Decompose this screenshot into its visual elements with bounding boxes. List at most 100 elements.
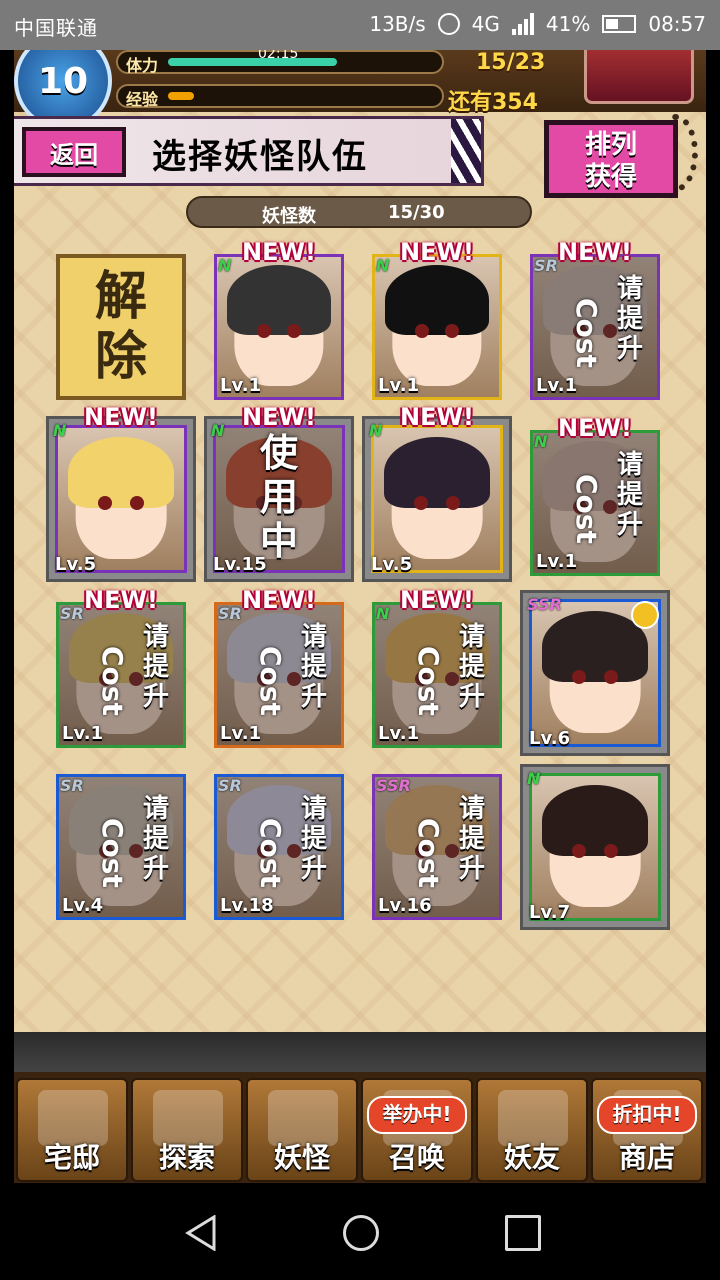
monster-level: Lv.1: [378, 375, 420, 396]
monster-hair: [68, 436, 174, 508]
clock: 08:57: [648, 12, 706, 36]
back-triangle-icon[interactable]: [184, 1215, 220, 1251]
release-label-2: 除: [94, 327, 147, 387]
exp-remaining: 还有354: [448, 90, 538, 115]
new-tag: NEW!: [400, 586, 474, 614]
monster-card[interactable]: SR 请提升 Cost Lv.4: [56, 774, 186, 920]
new-tag: NEW!: [400, 403, 474, 431]
nav-label: 妖友: [503, 1141, 560, 1174]
game-screen: 10 体力 02:15 15/23 经验 还有354 返回 选择妖怪队伍 排列 …: [14, 50, 706, 1183]
recent-apps-icon[interactable]: [505, 1215, 541, 1251]
monster-level: Lv.18: [220, 895, 274, 916]
monster-hair: [384, 265, 490, 336]
rarity-badge: SSR: [527, 595, 562, 614]
cost-word: Cost: [412, 646, 445, 716]
monster-hair: [226, 265, 332, 336]
monster-card[interactable]: SR NEW! 请提升 Cost Lv.1: [56, 586, 186, 748]
sort-button[interactable]: 排列 获得: [544, 120, 678, 198]
nav-mansion-button[interactable]: 宅邸: [16, 1078, 128, 1182]
page-title: 选择妖怪队伍: [152, 137, 368, 177]
signal-icon: [511, 13, 534, 35]
battery-percent: 41%: [545, 12, 591, 36]
nav-label: 宅邸: [43, 1141, 100, 1174]
monster-portrait: [55, 425, 187, 573]
rarity-badge: SR: [60, 776, 84, 795]
rarity-badge: N: [211, 421, 225, 440]
monster-level: Lv.4: [62, 895, 104, 916]
monster-card[interactable]: N NEW! 请提升 Cost Lv.1: [530, 414, 660, 576]
nav-explore-button[interactable]: 探索: [131, 1078, 243, 1182]
monster-eye: [414, 324, 429, 339]
treasure-chest-icon[interactable]: [584, 50, 694, 104]
monster-card[interactable]: SR NEW! 请提升 Cost Lv.1: [530, 238, 660, 400]
stamina-bar: [168, 58, 337, 66]
monster-level: Lv.1: [536, 375, 578, 396]
monster-card[interactable]: N Lv.7: [520, 764, 670, 930]
home-circle-icon[interactable]: [343, 1215, 379, 1251]
back-button[interactable]: 返回: [22, 127, 126, 177]
new-tag: NEW!: [242, 586, 316, 614]
in-use-label: 使用中: [259, 431, 298, 563]
rarity-badge: N: [534, 432, 548, 451]
page-header: 返回 选择妖怪队伍: [14, 116, 484, 186]
monster-card[interactable]: N NEW! Lv.5: [46, 403, 196, 582]
monster-card[interactable]: N NEW! Lv.5: [362, 403, 512, 582]
release-button[interactable]: 解 除: [56, 254, 186, 400]
monster-level: Lv.1: [62, 723, 104, 744]
monster-card[interactable]: SR 请提升 Cost Lv.18: [214, 774, 344, 920]
monster-level: Lv.5: [55, 554, 97, 575]
nav-friends-button[interactable]: 妖友: [476, 1078, 588, 1182]
bottom-divider: [14, 1032, 706, 1072]
monster-eye: [445, 496, 460, 511]
monster-level: Lv.7: [529, 902, 571, 923]
rarity-badge: N: [218, 256, 232, 275]
monster-card[interactable]: SSR Lv.6: [520, 590, 670, 756]
nav-label: 妖怪: [273, 1141, 330, 1174]
monster-card[interactable]: N NEW! 使用中 Lv.15: [204, 403, 354, 582]
stamina-timer: 02:15: [258, 50, 299, 62]
monster-count-label: 妖怪数: [262, 206, 316, 227]
rarity-badge: SR: [534, 256, 558, 275]
rarity-badge: N: [527, 769, 541, 788]
nav-label: 商店: [618, 1141, 675, 1174]
bottom-nav: 宅邸 探索 妖怪 举办中! 召唤 妖友 折扣中! 商店: [14, 1072, 706, 1183]
event-badge: 折扣中!: [597, 1096, 697, 1134]
monster-eye: [603, 670, 618, 685]
monster-card[interactable]: N NEW! Lv.1: [372, 238, 502, 400]
rarity-badge: N: [53, 421, 67, 440]
monster-count-value: 15/30: [388, 202, 445, 223]
cost-warning: 请提升: [458, 622, 485, 712]
monster-portrait: [529, 773, 661, 921]
monster-level: Lv.5: [371, 554, 413, 575]
cost-word: Cost: [412, 818, 445, 888]
cost-word: Cost: [254, 818, 287, 888]
rarity-badge: N: [376, 256, 390, 275]
cost-word: Cost: [570, 298, 603, 368]
status-bar: 中国联通 13B/s 4G 41% 08:57: [0, 0, 720, 50]
nav-monster-button[interactable]: 妖怪: [246, 1078, 358, 1182]
monster-level: Lv.6: [529, 728, 571, 749]
cost-warning: 请提升: [142, 794, 169, 884]
cost-warning: 请提升: [616, 450, 643, 540]
event-badge: 举办中!: [367, 1096, 467, 1134]
monster-card[interactable]: SR NEW! 请提升 Cost Lv.1: [214, 586, 344, 748]
cost-word: Cost: [96, 646, 129, 716]
sort-label: 排列: [584, 130, 637, 160]
medal-icon: [631, 601, 659, 629]
network-speed: 13B/s: [369, 12, 426, 36]
nav-summon-button[interactable]: 举办中! 召唤: [361, 1078, 473, 1182]
monster-hair: [384, 436, 490, 508]
new-tag: NEW!: [558, 238, 632, 266]
cost-word: Cost: [254, 646, 287, 716]
monster-card[interactable]: SSR 请提升 Cost Lv.16: [372, 774, 502, 920]
header-decoration: [451, 119, 481, 183]
monster-card[interactable]: N NEW! Lv.1: [214, 238, 344, 400]
monster-card[interactable]: N NEW! 请提升 Cost Lv.1: [372, 586, 502, 748]
battery-icon: [602, 15, 637, 33]
nav-label: 探索: [158, 1141, 215, 1174]
monster-level: Lv.1: [220, 375, 262, 396]
nav-shop-button[interactable]: 折扣中! 商店: [591, 1078, 703, 1182]
monster-hair: [542, 784, 648, 856]
rarity-badge: N: [376, 604, 390, 623]
system-navigation-bar: [0, 1183, 720, 1280]
